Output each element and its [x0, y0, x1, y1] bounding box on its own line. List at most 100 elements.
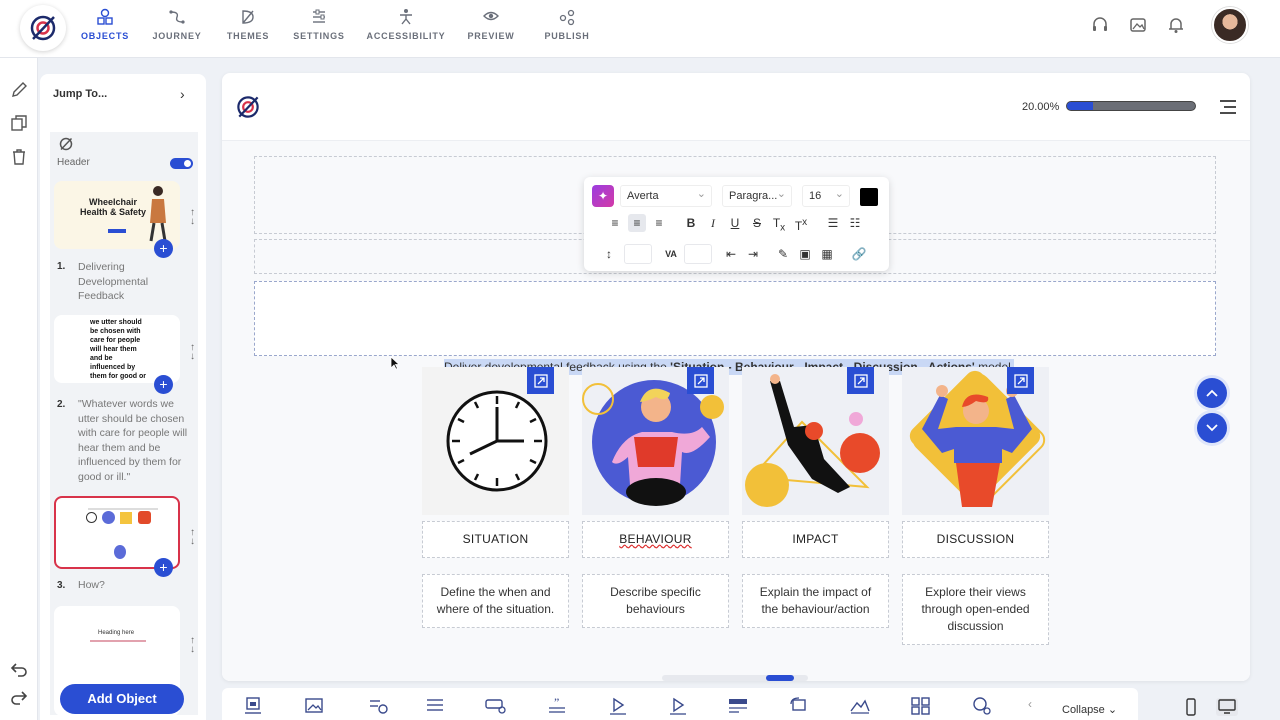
nav-journey-label: JOURNEY — [152, 31, 202, 41]
duplicate-icon[interactable] — [9, 113, 29, 133]
expand-button[interactable] — [847, 367, 874, 394]
grid-icon[interactable] — [910, 696, 932, 716]
indent-icon[interactable]: ⇥ — [744, 245, 762, 263]
trash-icon[interactable] — [9, 147, 29, 167]
reorder-arrows-icon[interactable]: ↑ ↓ — [190, 528, 195, 547]
add-object-button[interactable]: Add Object — [60, 684, 184, 714]
chevron-left-icon[interactable]: ‹ — [1028, 697, 1032, 711]
expand-button[interactable] — [1007, 367, 1034, 394]
rotate-icon[interactable] — [788, 696, 810, 716]
bell-icon[interactable] — [1166, 15, 1186, 35]
pencil-icon[interactable] — [9, 80, 29, 100]
picture-icon[interactable] — [303, 696, 325, 716]
numbered-list-icon[interactable]: ☷ — [846, 214, 864, 232]
slide-title[interactable]: How? — [78, 578, 193, 593]
slide-thumbnail-2[interactable]: we utter should be chosen with care for … — [54, 315, 180, 383]
highlight-icon[interactable]: ✎ — [774, 245, 792, 263]
reorder-arrows-icon[interactable]: ↑ ↓ — [190, 343, 195, 362]
desktop-icon[interactable] — [1216, 698, 1238, 716]
ai-magic-icon[interactable]: ✦ — [592, 185, 614, 207]
slide-title[interactable]: "Whatever words we utter should be chose… — [78, 397, 193, 484]
bullet-list-icon[interactable]: ☰ — [824, 214, 842, 232]
font-family-select[interactable]: Averta — [620, 185, 712, 207]
font-size-select[interactable]: 16 — [802, 185, 850, 207]
audio-play-icon[interactable] — [667, 696, 689, 716]
card-image-situation[interactable] — [422, 367, 569, 515]
gallery-icon[interactable] — [1128, 15, 1148, 35]
scroll-up-button[interactable] — [1197, 378, 1227, 408]
text-style-select[interactable]: Paragra... — [722, 185, 792, 207]
slide-number: 2. — [57, 399, 66, 410]
scroll-down-button[interactable] — [1197, 413, 1227, 443]
underline-icon[interactable]: U — [726, 214, 744, 232]
reorder-arrows-icon[interactable]: ↑ ↓ — [190, 208, 195, 227]
redo-icon[interactable] — [9, 687, 29, 707]
card-desc-discussion[interactable]: Explore their views through open-ended d… — [902, 574, 1049, 645]
card-title-discussion[interactable]: DISCUSSION — [902, 521, 1049, 558]
text-block[interactable] — [254, 281, 1216, 356]
slides-panel: Jump To... › Header Wheelchair Health & … — [40, 74, 206, 720]
letter-spacing-input[interactable] — [684, 244, 712, 264]
text-color-swatch[interactable] — [860, 188, 878, 206]
card-image-impact[interactable] — [742, 367, 889, 515]
card-title-behaviour[interactable]: BEHAVIOUR — [582, 521, 729, 558]
header-toggle[interactable] — [170, 158, 193, 169]
nav-publish[interactable]: PUBLISH — [522, 8, 612, 41]
superscript-icon[interactable]: Tx — [792, 214, 810, 233]
button-icon[interactable] — [484, 696, 506, 716]
chevron-right-icon[interactable]: › — [180, 86, 185, 102]
italic-icon[interactable]: I — [704, 214, 722, 232]
bold-icon[interactable]: B — [682, 214, 700, 232]
card-desc-impact[interactable]: Explain the impact of the behaviour/acti… — [742, 574, 889, 628]
reorder-arrows-icon[interactable]: ↑ ↓ — [190, 636, 195, 655]
clear-format-icon[interactable]: Tx — [770, 214, 788, 233]
link-objects-icon[interactable] — [368, 696, 390, 716]
card-image-discussion[interactable] — [902, 367, 1049, 515]
form-icon[interactable] — [727, 696, 749, 716]
slide-header[interactable]: 20.00% — [222, 73, 1250, 141]
text-lines-icon[interactable] — [424, 696, 446, 716]
accessibility-icon — [400, 9, 412, 25]
hamburger-menu-icon[interactable] — [1218, 99, 1238, 115]
insert-image-icon[interactable]: ▣ — [796, 245, 814, 263]
slide-list[interactable]: Header Wheelchair Health & Safety + ↑ ↓ 1… — [50, 132, 198, 715]
jump-to[interactable]: Jump To... — [53, 88, 107, 100]
slide-number: 1. — [57, 261, 66, 272]
letter-spacing-icon[interactable]: VA — [662, 245, 680, 263]
mobile-icon[interactable] — [1180, 698, 1202, 716]
align-left-icon[interactable]: ≡ — [606, 214, 624, 232]
card-title-situation[interactable]: SITUATION — [422, 521, 569, 558]
add-after-slide-1-button[interactable]: + — [154, 239, 173, 258]
line-height-input[interactable] — [624, 244, 652, 264]
headset-icon[interactable] — [1090, 15, 1110, 35]
slide-title[interactable]: Delivering Developmental Feedback — [78, 260, 193, 304]
expand-button[interactable] — [687, 367, 714, 394]
image-frame-icon[interactable] — [242, 696, 264, 716]
line-height-icon[interactable]: ↕ — [600, 245, 618, 263]
add-after-slide-3-button[interactable]: + — [154, 558, 173, 577]
target-icon[interactable] — [971, 696, 993, 716]
chart-icon[interactable] — [849, 696, 871, 716]
slide-canvas[interactable]: 20.00% Deliver developmental feedback us… — [222, 73, 1250, 681]
link-icon[interactable]: 🔗 — [850, 245, 868, 263]
align-right-icon[interactable]: ≡ — [650, 214, 668, 232]
card-title-impact[interactable]: IMPACT — [742, 521, 889, 558]
nav-accessibility[interactable]: ACCESSIBILITY — [361, 8, 451, 41]
collapse-toggle[interactable]: Collapse ⌄ — [1062, 703, 1117, 716]
undo-icon[interactable] — [9, 659, 29, 679]
quote-icon[interactable]: ” — [546, 696, 568, 716]
card-desc-situation[interactable]: Define the when and where of the situati… — [422, 574, 569, 628]
horizontal-scrollbar[interactable] — [662, 675, 808, 681]
card-desc-behaviour[interactable]: Describe specific behaviours — [582, 574, 729, 628]
add-after-slide-2-button[interactable]: + — [154, 375, 173, 394]
nav-settings[interactable]: SETTINGS — [274, 8, 364, 41]
strikethrough-icon[interactable]: S — [748, 214, 766, 232]
avatar[interactable] — [1212, 7, 1248, 43]
scrollbar-thumb[interactable] — [766, 675, 794, 681]
insert-table-icon[interactable]: ▦ — [818, 245, 836, 263]
video-play-icon[interactable] — [607, 696, 629, 716]
align-center-icon[interactable]: ≡ — [628, 214, 646, 232]
outdent-icon[interactable]: ⇤ — [722, 245, 740, 263]
card-image-behaviour[interactable] — [582, 367, 729, 515]
expand-button[interactable] — [527, 367, 554, 394]
